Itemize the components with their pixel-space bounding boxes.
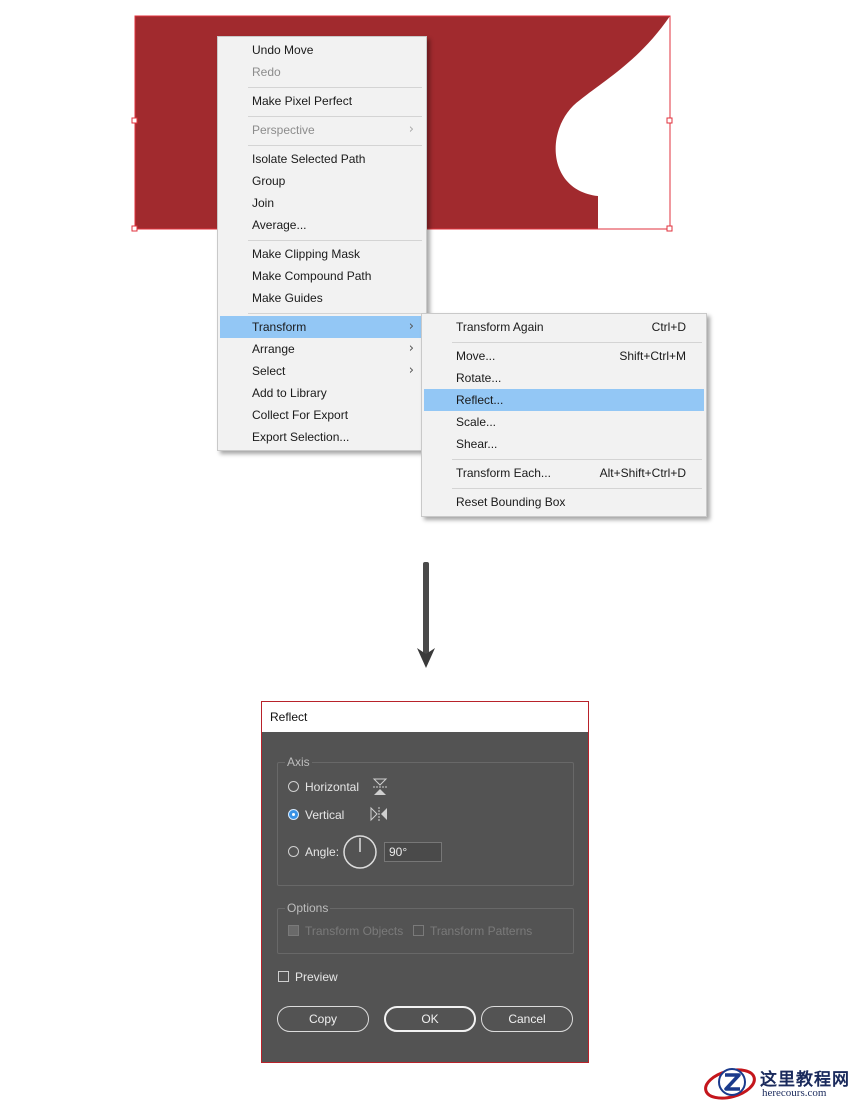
menu-item-transform-each[interactable]: Transform Each... Alt+Shift+Ctrl+D xyxy=(424,462,704,484)
chevron-right-icon: › xyxy=(408,363,414,378)
menu-item-arrange[interactable]: Arrange › xyxy=(220,338,424,360)
menu-item-label: Transform Again xyxy=(456,320,544,334)
menu-item-label: Move... xyxy=(456,349,496,363)
menu-item-make-pixel-perfect[interactable]: Make Pixel Perfect xyxy=(220,90,424,112)
menu-item-label: Select xyxy=(252,364,286,378)
chevron-right-icon: › xyxy=(408,122,414,137)
menu-item-label: Reflect... xyxy=(456,393,504,407)
menu-item-label: Collect For Export xyxy=(252,408,349,422)
menu-item-scale[interactable]: Scale... xyxy=(424,411,704,433)
menu-item-label: Transform xyxy=(252,320,307,334)
angle-dial[interactable] xyxy=(342,834,378,870)
menu-item-move[interactable]: Move... Shift+Ctrl+M xyxy=(424,345,704,367)
radio-label: Vertical xyxy=(305,808,345,822)
menu-item-perspective: Perspective › xyxy=(220,119,424,141)
menu-item-add-to-library[interactable]: Add to Library xyxy=(220,382,424,404)
menu-item-make-compound-path[interactable]: Make Compound Path xyxy=(220,265,424,287)
axis-group-title: Axis xyxy=(285,755,312,769)
preview-checkbox[interactable] xyxy=(278,971,289,982)
reflect-horizontal-icon xyxy=(372,778,388,795)
transform-objects-label: Transform Objects xyxy=(305,924,404,938)
menu-separator xyxy=(452,342,702,343)
menu-separator xyxy=(248,313,422,314)
angle-input[interactable]: 90° xyxy=(384,842,442,862)
menu-item-label: Export Selection... xyxy=(252,430,350,444)
logo-emblem-icon xyxy=(704,1068,756,1100)
selection-handle[interactable] xyxy=(131,117,138,124)
menu-item-transform-again[interactable]: Transform Again Ctrl+D xyxy=(424,316,704,338)
menu-separator xyxy=(248,87,422,88)
radio-label: Horizontal xyxy=(305,780,360,794)
menu-separator xyxy=(248,145,422,146)
menu-item-isolate-selected-path[interactable]: Isolate Selected Path xyxy=(220,148,424,170)
menu-item-label: Make Guides xyxy=(252,291,323,305)
radio-button[interactable] xyxy=(288,781,299,792)
menu-item-label: Undo Move xyxy=(252,43,314,57)
chevron-right-icon: › xyxy=(408,319,414,334)
menu-item-label: Make Compound Path xyxy=(252,269,372,283)
menu-item-label: Redo xyxy=(252,65,281,79)
menu-item-undo-move[interactable]: Undo Move xyxy=(220,39,424,61)
menu-item-label: Scale... xyxy=(456,415,497,429)
menu-item-label: Add to Library xyxy=(252,386,327,400)
menu-item-label: Transform Each... xyxy=(456,466,551,480)
radio-label: Angle: xyxy=(305,845,340,859)
menu-item-transform[interactable]: Transform › xyxy=(220,316,424,338)
menu-item-average[interactable]: Average... xyxy=(220,214,424,236)
menu-item-reflect[interactable]: Reflect... xyxy=(424,389,704,411)
menu-item-reset-bounding-box[interactable]: Reset Bounding Box xyxy=(424,491,704,513)
context-menu: Undo Move Redo Make Pixel Perfect Perspe… xyxy=(217,36,427,451)
menu-item-join[interactable]: Join xyxy=(220,192,424,214)
menu-item-make-clipping-mask[interactable]: Make Clipping Mask xyxy=(220,243,424,265)
reflect-dialog: Reflect Axis Horizontal Vertical Angle: … xyxy=(261,701,589,1063)
menu-item-label: Join xyxy=(252,196,275,210)
ok-button[interactable]: OK xyxy=(384,1006,476,1032)
selection-handle[interactable] xyxy=(131,225,138,232)
menu-item-shear[interactable]: Shear... xyxy=(424,433,704,455)
menu-item-label: Average... xyxy=(252,218,307,232)
transform-patterns-label: Transform Patterns xyxy=(430,924,533,938)
radio-button[interactable] xyxy=(288,846,299,857)
radio-button[interactable] xyxy=(288,809,299,820)
menu-item-label: Rotate... xyxy=(456,371,502,385)
menu-item-export-selection[interactable]: Export Selection... xyxy=(220,426,424,448)
selection-handle[interactable] xyxy=(666,225,673,232)
menu-separator xyxy=(248,240,422,241)
menu-separator xyxy=(248,116,422,117)
menu-item-label: Isolate Selected Path xyxy=(252,152,366,166)
menu-item-label: Perspective xyxy=(252,123,315,137)
menu-item-label: Arrange xyxy=(252,342,295,356)
menu-separator xyxy=(452,488,702,489)
reflect-vertical-icon xyxy=(370,806,387,822)
menu-item-label: Group xyxy=(252,174,286,188)
logo-url: herecours.com xyxy=(762,1087,827,1099)
cancel-button[interactable]: Cancel xyxy=(481,1006,573,1032)
site-logo: 这里教程网 herecours.com xyxy=(700,1060,850,1105)
menu-item-shortcut: Shift+Ctrl+M xyxy=(619,349,686,363)
arrow-down-icon xyxy=(417,562,435,668)
menu-item-group[interactable]: Group xyxy=(220,170,424,192)
options-group-title: Options xyxy=(285,901,331,915)
menu-item-label: Make Clipping Mask xyxy=(252,247,361,261)
menu-item-collect-for-export[interactable]: Collect For Export xyxy=(220,404,424,426)
preview-label: Preview xyxy=(295,970,338,984)
menu-item-shortcut: Alt+Shift+Ctrl+D xyxy=(599,466,686,480)
menu-item-label: Make Pixel Perfect xyxy=(252,94,353,108)
menu-item-make-guides[interactable]: Make Guides xyxy=(220,287,424,309)
menu-item-label: Reset Bounding Box xyxy=(456,495,566,509)
menu-item-shortcut: Ctrl+D xyxy=(651,320,686,334)
chevron-right-icon: › xyxy=(408,341,414,356)
transform-patterns-checkbox xyxy=(413,925,424,936)
menu-item-select[interactable]: Select › xyxy=(220,360,424,382)
transform-submenu: Transform Again Ctrl+D Move... Shift+Ctr… xyxy=(421,313,707,517)
selection-handle[interactable] xyxy=(666,117,673,124)
dialog-title: Reflect xyxy=(262,702,588,732)
transform-objects-checkbox xyxy=(288,925,299,936)
menu-item-label: Shear... xyxy=(456,437,498,451)
menu-item-rotate[interactable]: Rotate... xyxy=(424,367,704,389)
copy-button[interactable]: Copy xyxy=(277,1006,369,1032)
menu-item-redo: Redo xyxy=(220,61,424,83)
menu-separator xyxy=(452,459,702,460)
